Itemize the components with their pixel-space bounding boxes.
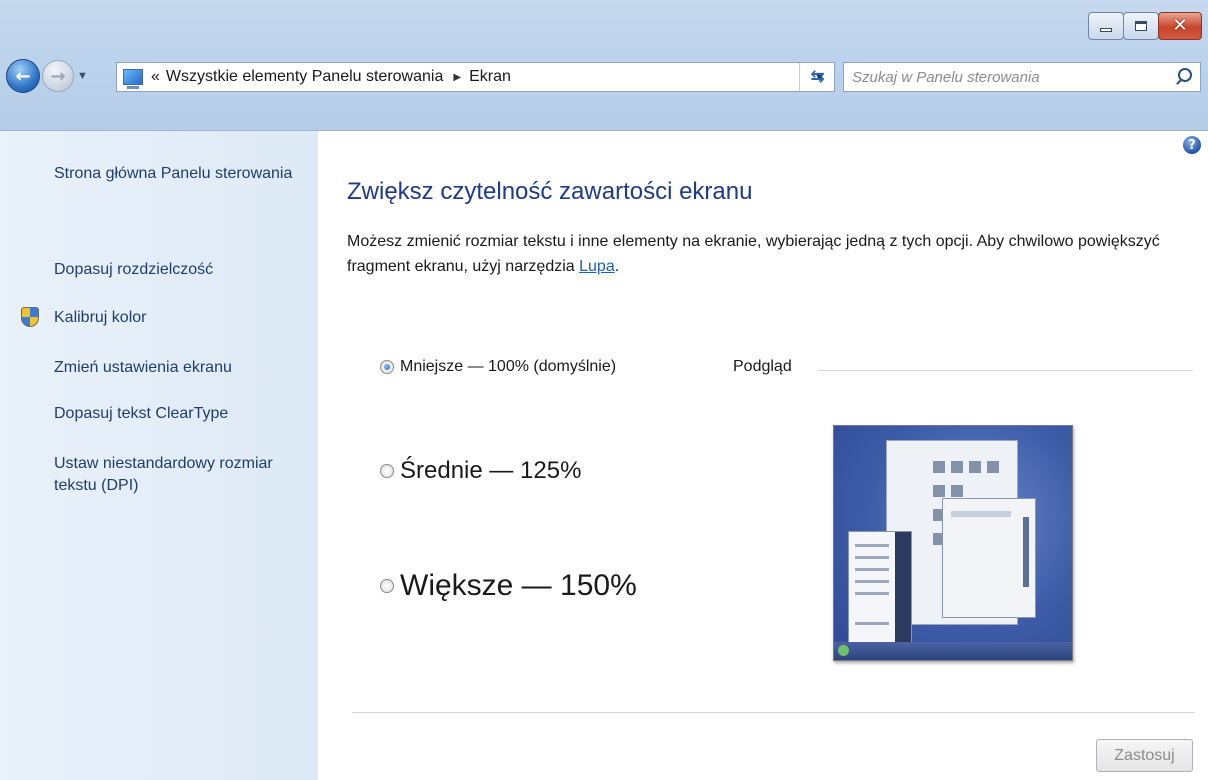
preview-menu-row (855, 556, 889, 559)
control-panel-icon (123, 69, 143, 89)
preview-label: Podgląd (733, 358, 792, 375)
sidebar-item-control-panel-home[interactable]: Strona główna Panelu sterowania (54, 163, 304, 185)
recent-pages-dropdown-icon[interactable]: ▼ (77, 70, 88, 82)
minimize-icon (1100, 28, 1112, 32)
radio-smaller[interactable] (380, 360, 394, 374)
maximize-button[interactable] (1123, 12, 1159, 40)
description-end: . (614, 258, 620, 275)
shield-icon (21, 307, 39, 327)
breadcrumb-separator-icon[interactable]: ▶ (453, 72, 461, 83)
preview-tile (969, 461, 981, 473)
maximize-icon (1135, 21, 1147, 31)
apply-button[interactable]: Zastosuj (1096, 739, 1193, 772)
navigation-buttons: ← → ▼ (6, 59, 92, 93)
option-smaller-label[interactable]: Mniejsze — 100% (domyślnie) (400, 358, 616, 376)
breadcrumb-all-items[interactable]: Wszystkie elementy Panelu sterowania (166, 68, 443, 86)
preview-menu-row (855, 592, 889, 595)
preview-menu-row (855, 568, 889, 571)
back-arrow-icon: ← (15, 65, 31, 87)
preview-start-column (895, 532, 911, 642)
minimize-button[interactable] (1088, 12, 1124, 40)
address-bar[interactable]: « Wszystkie elementy Panelu sterowania ▶… (116, 62, 835, 92)
preview-tile (933, 461, 945, 473)
search-box (843, 62, 1201, 92)
preview-tile (951, 485, 963, 497)
sidebar-item-change-display-settings[interactable]: Zmień ustawienia ekranu (54, 357, 304, 379)
radio-larger[interactable] (380, 579, 394, 593)
content-divider (352, 712, 1195, 713)
search-icon[interactable] (1178, 68, 1192, 82)
option-medium[interactable]: Średnie — 125% (380, 457, 581, 485)
preview-start-orb-icon (838, 645, 849, 656)
forward-arrow-icon: → (50, 65, 66, 87)
preview-menu-row (855, 544, 889, 547)
help-icon[interactable]: ? (1183, 136, 1201, 154)
preview-window-front (942, 498, 1036, 618)
sidebar-item-calibrate-color[interactable]: Kalibruj kolor (54, 307, 304, 329)
forward-button[interactable]: → (42, 60, 74, 92)
preview-image (833, 425, 1073, 661)
preview-start-menu (848, 531, 912, 643)
sidebar-item-custom-dpi[interactable]: Ustaw niestandardowy rozmiar tekstu (DPI… (54, 453, 304, 497)
back-button[interactable]: ← (6, 59, 40, 93)
option-medium-label[interactable]: Średnie — 125% (400, 457, 581, 485)
preview-menu-row (855, 580, 889, 583)
breadcrumb-display[interactable]: Ekran (469, 68, 511, 86)
caption-buttons: ✕ (1088, 12, 1202, 40)
preview-bar (951, 511, 1011, 517)
close-button[interactable]: ✕ (1158, 12, 1202, 40)
refresh-icon: ⇆ (810, 67, 825, 87)
preview-menu-row (855, 622, 889, 625)
search-input[interactable] (852, 68, 1152, 86)
sidebar-item-adjust-resolution[interactable]: Dopasuj rozdzielczość (54, 259, 304, 281)
magnifier-link[interactable]: Lupa (579, 258, 615, 275)
option-larger[interactable]: Większe — 150% (380, 569, 637, 603)
preview-tile (987, 461, 999, 473)
preview-tile (951, 461, 963, 473)
page-title: Zwiększ czytelność zawartości ekranu (347, 178, 753, 205)
description-text: Możesz zmienić rozmiar tekstu i inne ele… (347, 233, 1160, 275)
option-larger-label[interactable]: Większe — 150% (400, 569, 637, 603)
window-titlebar: ✕ ← → ▼ « Wszystkie elementy Panelu ster… (0, 0, 1208, 131)
preview-scrollbar (1023, 517, 1029, 587)
close-icon: ✕ (1172, 15, 1188, 36)
page-description: Możesz zmienić rozmiar tekstu i inne ele… (347, 229, 1197, 279)
sidebar-item-adjust-cleartype[interactable]: Dopasuj tekst ClearType (54, 403, 304, 425)
preview-taskbar (834, 642, 1072, 660)
radio-medium[interactable] (380, 464, 394, 478)
option-smaller[interactable]: Mniejsze — 100% (domyślnie) (380, 358, 616, 376)
refresh-button[interactable]: ⇆ (799, 63, 835, 91)
breadcrumb-overflow[interactable]: « (151, 68, 160, 86)
preview-divider (818, 370, 1193, 371)
preview-tile (933, 485, 945, 497)
